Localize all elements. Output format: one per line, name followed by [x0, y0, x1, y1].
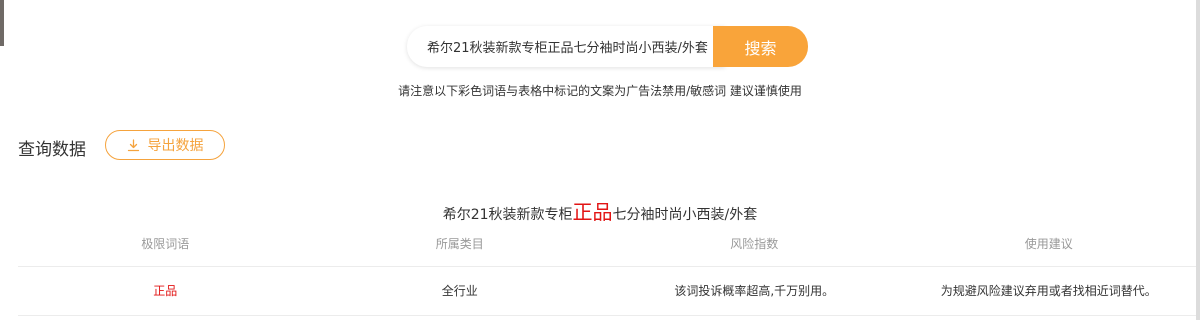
- search-button[interactable]: 搜索: [713, 26, 808, 67]
- result-title-before: 希尔21秋装新款专柜: [442, 207, 573, 223]
- results-table: 极限词语 所属类目 风险指数 使用建议 正品 全行业 该词投诉概率超高,千万别用…: [18, 228, 1196, 316]
- cell-category: 全行业: [441, 284, 478, 298]
- result-title-after: 七分袖时尚小西装/外套: [612, 207, 758, 223]
- table-header-row: 极限词语 所属类目 风险指数 使用建议: [18, 228, 1196, 267]
- header-category: 所属类目: [435, 237, 484, 251]
- cell-limit-word: 正品: [153, 284, 178, 298]
- section-title: 查询数据: [18, 140, 86, 160]
- header-limit-word: 极限词语: [141, 237, 190, 251]
- search-input[interactable]: [407, 26, 725, 67]
- header-suggestion: 使用建议: [1024, 237, 1073, 251]
- download-icon: [127, 138, 139, 151]
- left-window-edge: [0, 0, 4, 46]
- export-data-label: 导出数据: [147, 138, 204, 154]
- table-row: 正品 全行业 该词投诉概率超高,千万别用。 为规避风险建议弃用或者找相近词替代。: [18, 267, 1196, 316]
- search-box: [407, 26, 725, 67]
- highlighted-word: 正品: [572, 200, 613, 224]
- warning-notice: 请注意以下彩色词语与表格中标记的文案为广告法禁用/敏感词 建议谨慎使用: [398, 84, 802, 98]
- result-title: 希尔21秋装新款专柜正品七分袖时尚小西装/外套: [0, 196, 1200, 225]
- right-scrollbar[interactable]: [1196, 0, 1200, 320]
- cell-risk-index: 该词投诉概率超高,千万别用。: [674, 284, 835, 298]
- export-data-button[interactable]: 导出数据: [105, 130, 225, 160]
- search-bar: 搜索: [407, 26, 808, 67]
- cell-suggestion: 为规避风险建议弃用或者找相近词替代。: [940, 284, 1157, 298]
- header-risk-index: 风险指数: [730, 237, 779, 251]
